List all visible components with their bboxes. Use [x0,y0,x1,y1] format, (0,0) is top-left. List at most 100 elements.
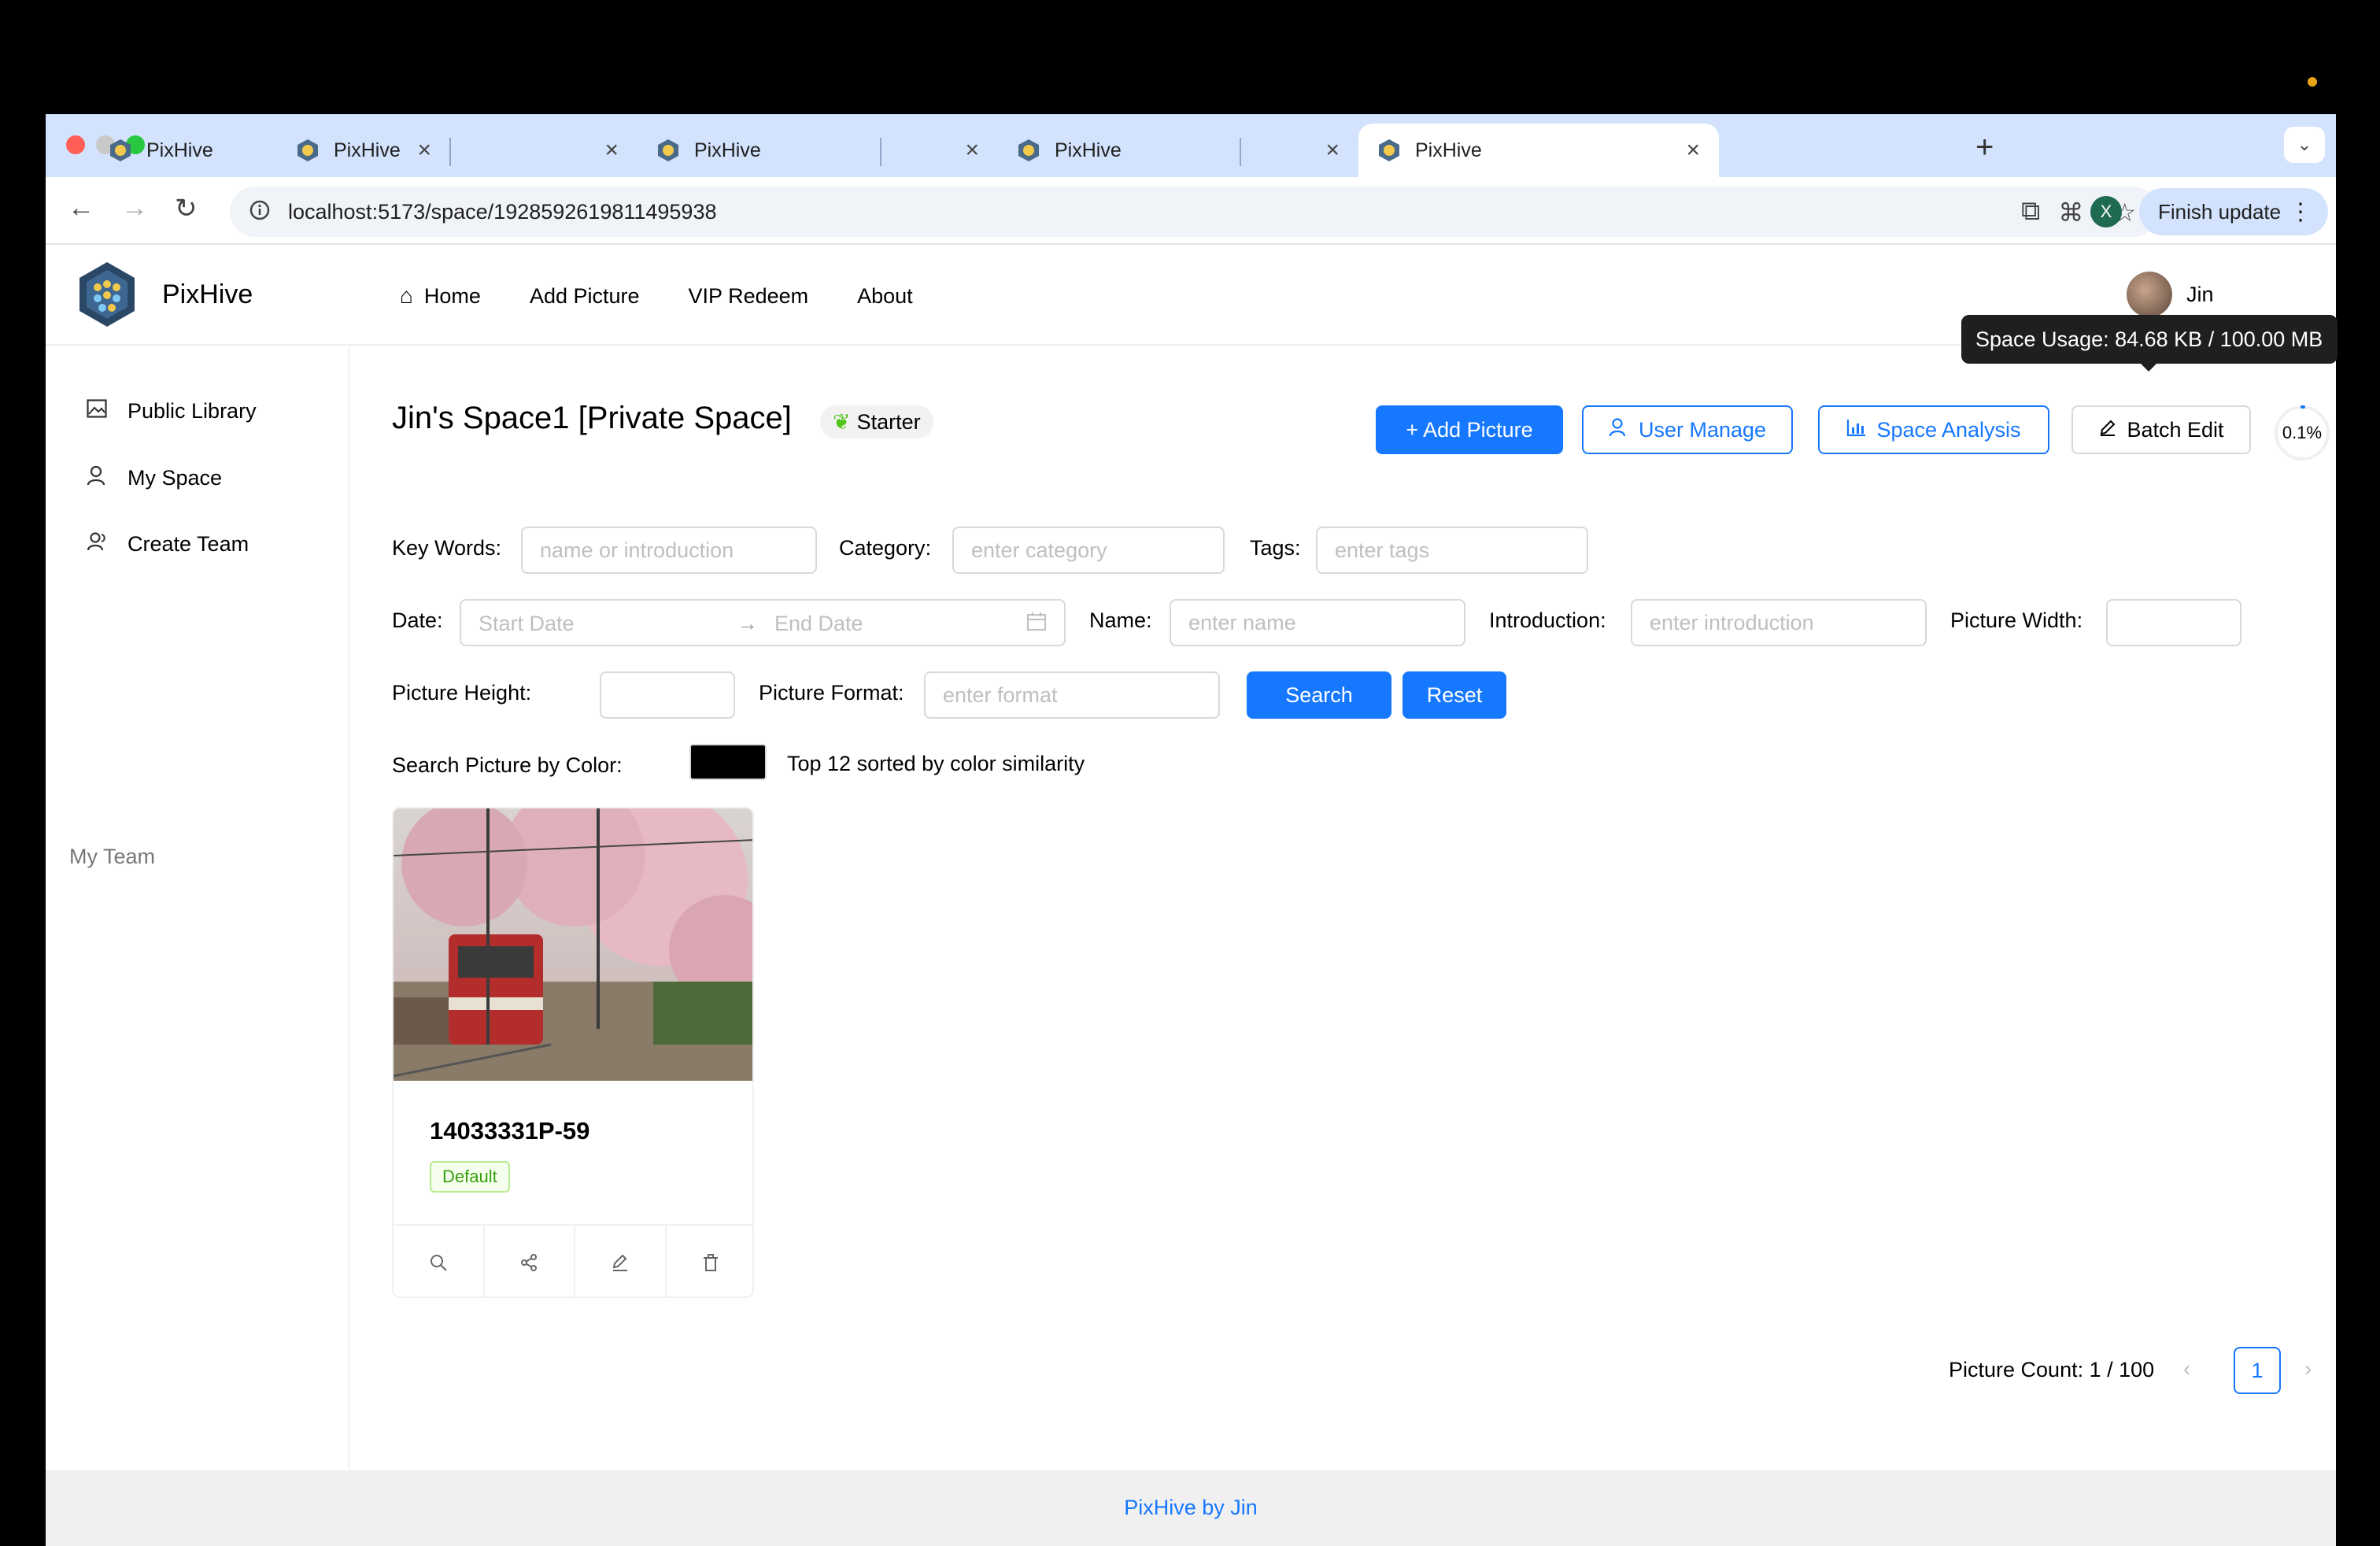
pagination-page-1[interactable]: 1 [2234,1347,2281,1394]
reload-icon[interactable]: ↻ [175,193,198,224]
site-info-icon[interactable] [249,199,271,225]
space-analysis-button[interactable]: Space Analysis [1818,405,2049,454]
nav-item-add-picture[interactable]: Add Picture [530,284,640,309]
sidebar-item-my-space[interactable]: My Space [87,465,222,491]
category-input[interactable]: enter category [952,527,1225,574]
delete-trash-icon[interactable] [667,1226,753,1296]
tab-search-chevron-icon[interactable]: ⌄ [2284,127,2325,163]
sidebar-item-label: Public Library [128,399,257,423]
home-icon: ⌂ [400,283,413,308]
picture-card-actions [394,1224,753,1296]
user-manage-icon [1609,417,1629,443]
end-date-input[interactable]: End Date [774,612,863,636]
edit-pencil-icon [2098,418,2117,442]
nav-item-vip-redeem[interactable]: VIP Redeem [689,284,809,309]
tab-title: PixHive [694,139,761,161]
forward-arrow-icon[interactable]: → [121,193,148,224]
picture-height-label: Picture Height: [392,681,532,705]
tags-input[interactable]: enter tags [1316,527,1588,574]
space-usage-tooltip: Space Usage: 84.68 KB / 100.00 MB [1961,315,2338,364]
close-tab-icon[interactable]: × [604,137,619,164]
tab-title: PixHive [1055,139,1122,161]
name-input[interactable]: enter name [1170,599,1465,646]
picture-category-tag: Default [430,1161,510,1193]
tab-title: PixHive [334,139,401,161]
url-text: localhost:5173/space/1928592619811495938 [288,199,717,224]
pagination-next-icon[interactable]: › [2304,1356,2312,1381]
name-label: Name: [1089,608,1152,632]
more-vert-icon[interactable]: ⋮ [2289,198,2312,226]
sidebar-item-public-library[interactable]: Public Library [87,399,257,423]
picture-format-input[interactable]: enter format [924,671,1220,719]
team-icon [87,531,113,557]
batch-edit-button[interactable]: Batch Edit [2071,405,2251,454]
browser-toolbar: ← → ↻ localhost:5173/space/1928592619811… [46,177,2336,245]
new-tab-icon[interactable]: + [1975,130,1994,165]
avatar[interactable] [2127,272,2172,317]
sidebar-item-create-team[interactable]: Create Team [87,531,249,557]
pixhive-favicon-icon [656,139,680,162]
pagination-prev-icon[interactable]: ‹ [2183,1356,2190,1381]
keywords-label: Key Words: [392,536,502,560]
space-level-label: Starter [856,409,921,434]
finish-update-button[interactable]: Finish update ⋮ [2139,188,2328,235]
browser-tab[interactable]: PixHive × [277,124,638,177]
picture-height-input[interactable] [600,671,735,719]
web-page: PixHive ⌂ Home Add Picture VIP Redeem Ab… [46,246,2336,1546]
keywords-input[interactable]: name or introduction [521,527,817,574]
close-tab-icon[interactable]: × [1325,137,1340,164]
space-usage-percent: 0.1% [2282,423,2323,442]
nav-item-label: Home [423,283,481,308]
calendar-icon[interactable] [1026,612,1047,638]
sidebar-group-my-team: My Team [69,845,156,868]
start-date-input[interactable]: Start Date [479,612,575,636]
picture-width-label: Picture Width: [1950,608,2083,632]
close-window-button[interactable] [66,135,85,154]
edit-icon[interactable] [575,1226,667,1296]
close-tab-icon[interactable]: × [965,137,979,164]
add-picture-button[interactable]: + Add Picture [1376,405,1563,454]
user-manage-button[interactable]: User Manage [1582,405,1793,454]
page-title: Jin's Space1 [Private Space] [392,401,792,435]
address-bar[interactable]: localhost:5173/space/1928592619811495938… [230,187,2158,237]
translate-icon[interactable]: ⌘ [2058,198,2083,227]
introduction-input[interactable]: enter introduction [1631,599,1927,646]
screen-right-edge [2336,114,2380,1546]
footer-link[interactable]: PixHive by Jin [46,1496,2336,1520]
browser-tab-active[interactable]: PixHive × [1358,124,1719,177]
date-range-picker[interactable]: Start Date → End Date [460,599,1066,646]
close-tab-icon[interactable]: × [1686,137,1700,164]
search-button[interactable]: Search [1247,671,1391,719]
user-menu[interactable]: Jin [2127,272,2214,317]
picture-card[interactable]: 14033331P-59 Default [392,807,754,1298]
pixhive-logo-icon[interactable] [77,261,137,328]
picture-icon [87,399,113,423]
picture-width-input[interactable] [2106,599,2241,646]
browser-tab[interactable]: PixHive × [638,124,998,177]
picture-format-label: Picture Format: [759,681,904,705]
share-icon[interactable] [485,1226,575,1296]
sidebar-item-label: My Space [128,466,223,490]
page-footer: PixHive by Jin [46,1470,2336,1546]
nav-item-home[interactable]: ⌂ Home [400,283,481,309]
browser-tab[interactable]: PixHive × [998,124,1358,177]
color-picker[interactable] [689,744,767,780]
reset-button[interactable]: Reset [1402,671,1506,719]
profile-avatar[interactable]: X [2090,196,2122,227]
nav-item-label: VIP Redeem [688,283,809,308]
sprout-icon: ❦ [833,409,851,434]
pixhive-favicon-icon [1017,139,1040,162]
extensions-puzzle-icon[interactable]: ⧉ [2021,196,2040,227]
nav-item-about[interactable]: About [857,284,913,309]
back-arrow-icon[interactable]: ← [68,193,94,224]
picture-thumbnail[interactable] [394,808,752,1081]
tags-label: Tags: [1250,536,1301,560]
nav-item-label: About [857,283,913,308]
space-level-badge: ❦ Starter [820,405,933,438]
view-search-icon[interactable] [394,1226,485,1296]
tab-title: PixHive [1415,139,1482,161]
brand-name[interactable]: PixHive [162,279,253,310]
main-content: Jin's Space1 [Private Space] ❦ Starter +… [351,347,2336,1469]
tab-strip: PixHive × PixHive × PixHive × PixHive × [46,114,2336,177]
user-manage-label: User Manage [1638,417,1767,442]
